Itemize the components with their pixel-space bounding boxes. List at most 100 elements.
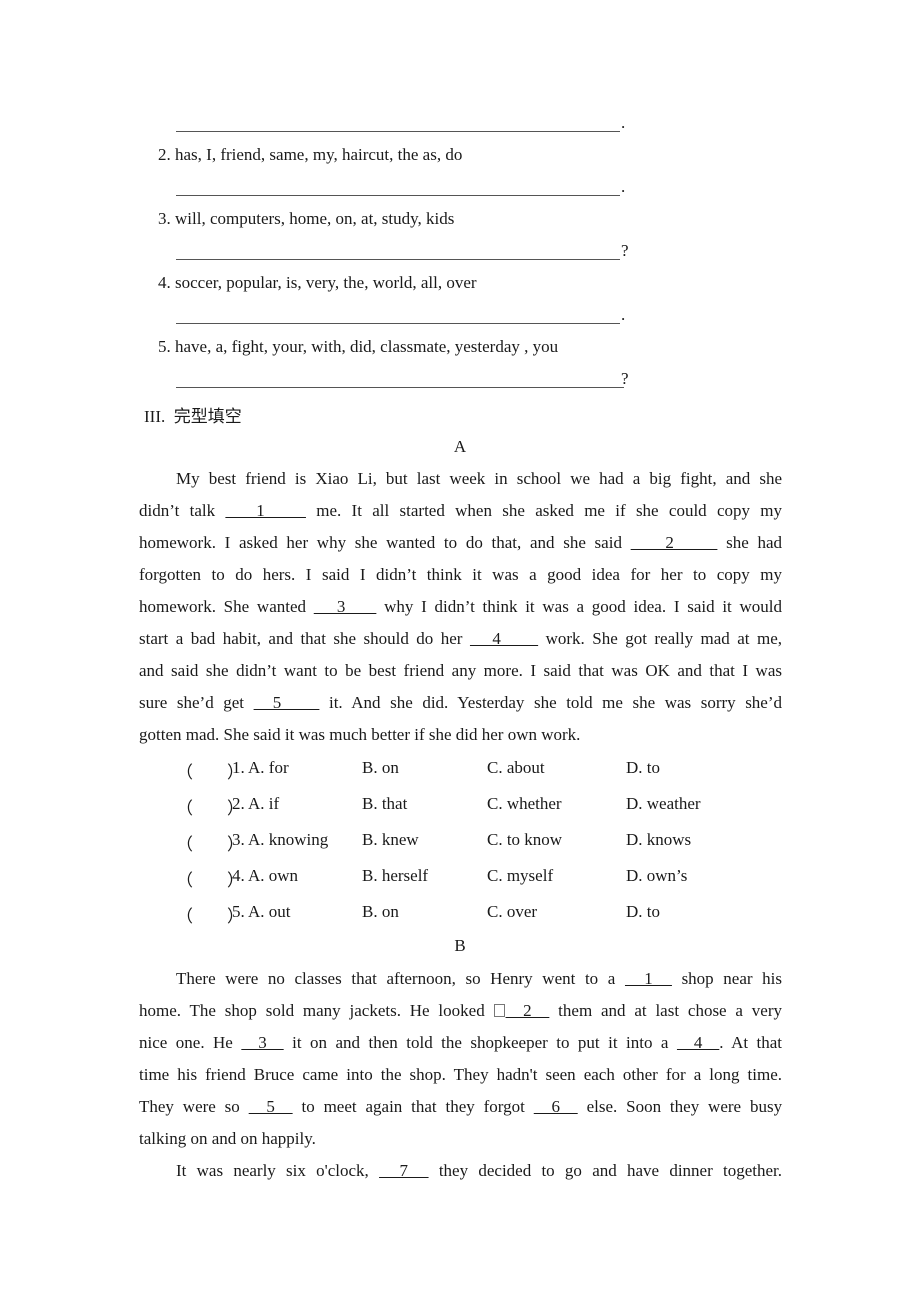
option-b: B. knew [362, 830, 419, 849]
question-number: 2. [232, 794, 245, 813]
text: why I didn’t think it was a good idea. I… [384, 597, 783, 616]
text: . At that [719, 1033, 783, 1052]
text: homework. She wanted [139, 597, 307, 616]
option-d: D. to [626, 902, 660, 921]
answer-line-1[interactable] [176, 131, 620, 132]
item-number: 2. [158, 145, 171, 164]
blank-2[interactable]: 2 [631, 533, 718, 552]
option-b: B. herself [362, 866, 429, 885]
blank-5[interactable]: 5 [249, 1097, 293, 1116]
blank-1[interactable]: 1 [225, 501, 306, 520]
passage-b-line: talking on and on happily. [139, 1129, 782, 1149]
text: they decided to go and have dinner toget… [438, 1161, 783, 1180]
answer-line-3[interactable] [176, 259, 620, 260]
passage-b-line: time his friend Bruce came into the shop… [139, 1065, 782, 1085]
option-a: A. if [248, 794, 280, 813]
text: It was nearly six o'clock, [176, 1161, 369, 1180]
section-title: 完型填空 [173, 407, 242, 426]
passage-b-line: They were so 5 to meet again that they f… [139, 1097, 782, 1117]
passage-b-line: nice one. He 3 it on and then told the s… [139, 1033, 782, 1053]
text: My best friend is Xiao Li, but last week… [176, 469, 782, 488]
question-number: 4. [232, 866, 245, 885]
option-b: B. on [362, 902, 399, 921]
text: them and at last chose a very [558, 1001, 783, 1020]
text: forgotten to do hers. I said I didn’t th… [139, 565, 782, 584]
option-c: C. about [487, 758, 545, 777]
section-heading: III. 完型填空 [144, 402, 242, 427]
end-punct-2: . [621, 177, 626, 196]
blank-7[interactable]: 7 [379, 1161, 429, 1180]
text: homework. I asked her why she wanted to … [139, 533, 622, 552]
question-number: 5. [232, 902, 245, 921]
item-number: 5. [158, 337, 171, 356]
text: work. She got really mad at me, [545, 629, 783, 648]
option-c: C. whether [487, 794, 562, 813]
reorder-item-2: 2. has, I, friend, same, my, haircut, th… [158, 145, 462, 165]
option-b: B. that [362, 794, 408, 813]
passage-a-line: forgotten to do hers. I said I didn’t th… [139, 565, 782, 585]
option-c: C. over [487, 902, 538, 921]
blank-4[interactable]: 4 [470, 629, 538, 648]
passage-a-line: homework. She wanted 3 why I didn’t thin… [139, 597, 782, 617]
reorder-item-4: 4. soccer, popular, is, very, the, world… [158, 273, 477, 293]
passage-a-line: sure she’d get 5 it. And she did. Yester… [139, 693, 782, 713]
text: me. It all started when she asked me if … [316, 501, 783, 520]
passage-b-line: home. The shop sold many jackets. He loo… [139, 1001, 782, 1021]
text: it. And she did. Yesterday she told me s… [328, 693, 783, 712]
end-punct-1: . [621, 113, 626, 132]
blank-4[interactable]: 4 [677, 1033, 719, 1052]
missing-glyph-icon [493, 1004, 505, 1017]
text: sure she’d get [139, 693, 245, 712]
passage-a-line: My best friend is Xiao Li, but last week… [176, 469, 782, 489]
passage-b-label: B [454, 936, 466, 955]
text: it on and then told the shopkeeper to pu… [292, 1033, 669, 1052]
option-d: D. weather [626, 794, 701, 813]
blank-5[interactable]: 5 [254, 693, 320, 712]
reorder-item-3: 3. will, computers, home, on, at, study,… [158, 209, 454, 229]
option-c: C. myself [487, 866, 554, 885]
answer-line-5[interactable] [176, 387, 624, 388]
blank-3[interactable]: 3 [241, 1033, 283, 1052]
item-number: 4. [158, 273, 171, 292]
blank-3[interactable]: 3 [314, 597, 377, 616]
passage-b-line: It was nearly six o'clock, 7 they decide… [176, 1161, 782, 1181]
item-words: will, computers, home, on, at, study, ki… [175, 209, 455, 228]
item-words: has, I, friend, same, my, haircut, the a… [175, 145, 463, 164]
passage-a-line: didn’t talk 1 me. It all started when sh… [139, 501, 782, 521]
text: time his friend Bruce came into the shop… [139, 1065, 782, 1084]
item-words: have, a, fight, your, with, did, classma… [175, 337, 559, 356]
option-d: D. to [626, 758, 660, 777]
passage-a-line: and said she didn’t want to be best frie… [139, 661, 782, 681]
blank-6[interactable]: 6 [534, 1097, 578, 1116]
text: she had [726, 533, 783, 552]
text: They were so [139, 1097, 240, 1116]
text: nice one. He [139, 1033, 233, 1052]
section-number: III. [144, 407, 166, 426]
passage-b-line: There were no classes that afternoon, so… [176, 969, 782, 989]
text: talking on and on happily. [139, 1129, 316, 1148]
end-punct-4: . [621, 305, 626, 324]
text: shop near his [681, 969, 783, 988]
option-c: C. to know [487, 830, 563, 849]
option-b: B. on [362, 758, 399, 777]
passage-a-line: homework. I asked her why she wanted to … [139, 533, 782, 553]
answer-line-4[interactable] [176, 323, 620, 324]
text: and said she didn’t want to be best frie… [139, 661, 782, 680]
blank-1[interactable]: 1 [625, 969, 672, 988]
passage-a-line: gotten mad. She said it was much better … [139, 725, 782, 745]
text: gotten mad. She said it was much better … [139, 725, 581, 744]
end-punct-3: ? [621, 241, 629, 260]
option-a: A. for [248, 758, 289, 777]
option-a: A. own [248, 866, 299, 885]
option-d: D. own’s [626, 866, 688, 885]
question-number: 1. [232, 758, 245, 777]
text: else. Soon they were busy [586, 1097, 783, 1116]
end-punct-5: ? [621, 369, 629, 388]
text: home. The shop sold many jackets. He loo… [139, 1001, 485, 1020]
blank-2[interactable]: 2 [506, 1001, 550, 1020]
answer-line-2[interactable] [176, 195, 620, 196]
passage-a-label: A [453, 437, 467, 456]
option-d: D. knows [626, 830, 692, 849]
text: start a bad habit, and that she should d… [139, 629, 463, 648]
option-a: A. knowing [248, 830, 329, 849]
